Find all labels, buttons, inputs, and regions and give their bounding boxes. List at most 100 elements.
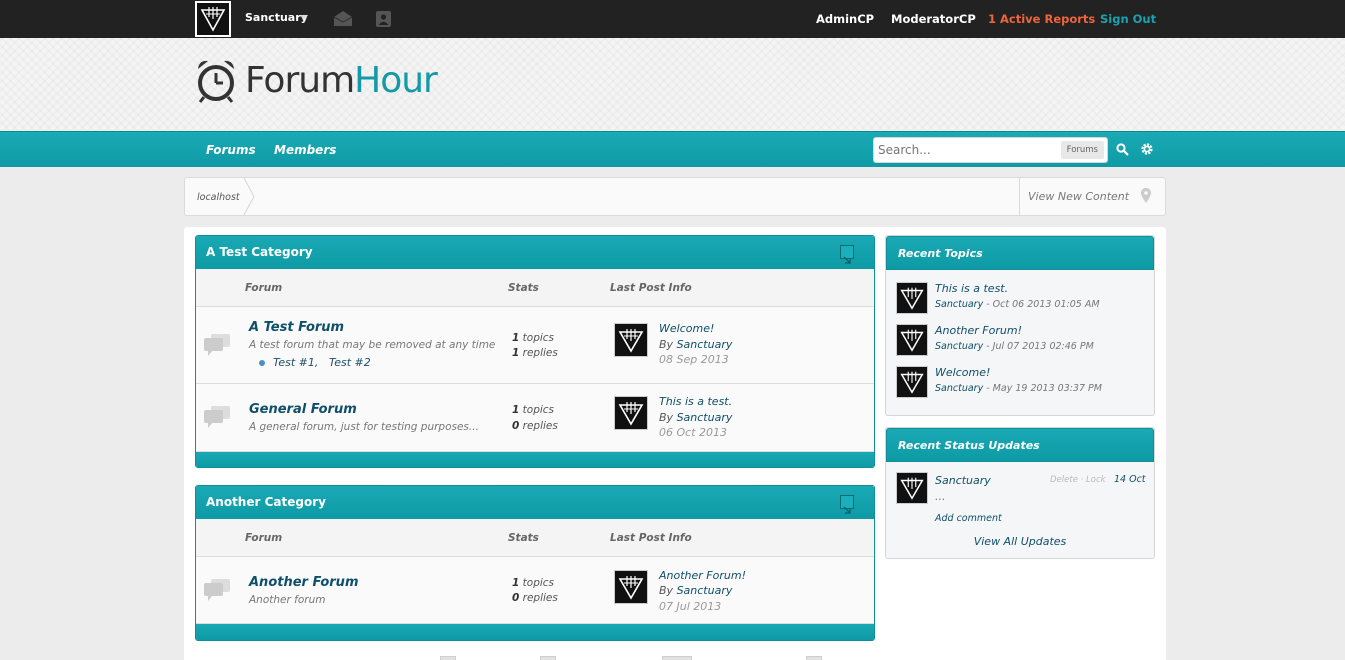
forum-description: A test forum that may be removed at any … bbox=[249, 339, 496, 351]
footer-stub bbox=[440, 656, 456, 660]
last-post-date: 08 Sep 2013 bbox=[659, 353, 729, 366]
alarm-clock-icon bbox=[198, 60, 234, 103]
recent-topic-item: This is a test. Sanctuary - Oct 06 2013 … bbox=[896, 282, 1146, 316]
last-poster-avatar[interactable] bbox=[614, 570, 648, 604]
notifications-icon[interactable] bbox=[376, 11, 391, 30]
subforum-link[interactable]: Test #1, bbox=[273, 356, 318, 369]
recent-topic-item: Welcome! Sanctuary - May 19 2013 03:37 P… bbox=[896, 366, 1146, 400]
search-box: Forums bbox=[873, 137, 1108, 163]
category-another-category: Another Category Forum Stats Last Post I… bbox=[195, 485, 875, 641]
search-input[interactable] bbox=[878, 141, 1058, 159]
category-header: Another Category bbox=[196, 486, 874, 519]
avatar[interactable] bbox=[896, 366, 928, 398]
by-label: By bbox=[659, 411, 674, 424]
add-comment-link[interactable]: Add comment bbox=[935, 513, 1002, 524]
column-forum: Forum bbox=[245, 532, 283, 544]
site-logo[interactable]: ForumHour bbox=[195, 56, 438, 104]
replies-count: 0 replies bbox=[512, 592, 558, 604]
recent-topics-header: Recent Topics bbox=[886, 236, 1154, 270]
avatar[interactable] bbox=[896, 472, 928, 504]
forum-title-link[interactable]: General Forum bbox=[249, 402, 357, 417]
last-post-author: By Sanctuary bbox=[659, 584, 732, 597]
replies-count: 0 replies bbox=[512, 420, 558, 432]
topics-label: topics bbox=[522, 577, 555, 589]
subforum-link[interactable]: Test #2 bbox=[329, 356, 371, 369]
recent-topic-title[interactable]: Welcome! bbox=[935, 366, 990, 379]
logo-text-hour: Hour bbox=[354, 59, 438, 101]
last-post-title[interactable]: Another Forum! bbox=[659, 569, 746, 582]
by-label: By bbox=[659, 338, 674, 351]
last-post-date: 07 Jul 2013 bbox=[659, 600, 722, 613]
recent-topic-user[interactable]: Sanctuary bbox=[935, 341, 983, 352]
user-avatar[interactable] bbox=[195, 1, 231, 37]
forum-title-link[interactable]: Another Forum bbox=[249, 575, 358, 590]
avatar-logo-icon bbox=[200, 7, 226, 32]
column-last-post: Last Post Info bbox=[610, 532, 692, 544]
last-poster-avatar[interactable] bbox=[614, 396, 648, 430]
forum-description: A general forum, just for testing purpos… bbox=[249, 421, 479, 433]
last-post-title[interactable]: Welcome! bbox=[659, 322, 714, 335]
moderatorcp-link[interactable]: ModeratorCP bbox=[891, 12, 976, 26]
recent-topic-title[interactable]: This is a test. bbox=[935, 282, 1008, 295]
topics-count: 1 topics bbox=[512, 332, 554, 344]
topics-number: 1 bbox=[512, 404, 520, 416]
replies-count: 1 replies bbox=[512, 347, 558, 359]
last-poster-avatar[interactable] bbox=[614, 323, 648, 357]
status-user-link[interactable]: Sanctuary bbox=[935, 474, 991, 487]
site-header: ForumHour bbox=[0, 38, 1345, 131]
logo-text-forum: Forum bbox=[245, 59, 355, 101]
topics-count: 1 topics bbox=[512, 404, 554, 416]
avatar[interactable] bbox=[896, 282, 928, 314]
topics-count: 1 topics bbox=[512, 577, 554, 589]
replies-label: replies bbox=[522, 347, 558, 359]
last-post-user-link[interactable]: Sanctuary bbox=[677, 411, 733, 424]
tab-forums[interactable]: Forums bbox=[206, 143, 256, 157]
avatar[interactable] bbox=[896, 324, 928, 356]
recent-topic-user[interactable]: Sanctuary bbox=[935, 383, 983, 394]
search-scope-selector[interactable]: Forums bbox=[1060, 141, 1104, 159]
category-title[interactable]: Another Category bbox=[206, 495, 326, 509]
recent-topic-date: - Oct 06 2013 01:05 AM bbox=[986, 299, 1100, 310]
category-title[interactable]: A Test Category bbox=[206, 245, 313, 259]
forum-read-bubble-icon bbox=[203, 577, 231, 604]
column-headers: Forum Stats Last Post Info bbox=[196, 519, 874, 557]
last-post-user-link[interactable]: Sanctuary bbox=[677, 584, 733, 597]
forum-description: Another forum bbox=[249, 594, 326, 606]
forum-read-bubble-icon bbox=[203, 404, 231, 431]
category-a-test-category: A Test Category Forum Stats Last Post In… bbox=[195, 235, 875, 468]
forum-read-bubble-icon bbox=[203, 332, 231, 359]
messages-icon[interactable] bbox=[333, 10, 353, 30]
column-last-post: Last Post Info bbox=[610, 282, 692, 294]
status-actions[interactable]: Delete · Lock bbox=[1050, 475, 1106, 485]
sign-out-link[interactable]: Sign Out bbox=[1100, 12, 1156, 26]
breadcrumb-home[interactable]: localhost bbox=[197, 192, 240, 203]
category-header: A Test Category bbox=[196, 236, 874, 269]
topics-label: topics bbox=[522, 332, 555, 344]
username-menu[interactable]: Sanctuary bbox=[245, 11, 308, 24]
search-icon[interactable] bbox=[1116, 143, 1129, 159]
last-post-date: 06 Oct 2013 bbox=[659, 426, 728, 439]
replies-label: replies bbox=[522, 592, 558, 604]
chevron-down-icon[interactable] bbox=[300, 15, 308, 20]
collapse-category-icon[interactable] bbox=[840, 245, 854, 264]
subforum-bullet-icon bbox=[259, 360, 265, 366]
gear-icon[interactable] bbox=[1140, 142, 1154, 159]
replies-label: replies bbox=[522, 420, 558, 432]
collapse-category-icon[interactable] bbox=[840, 495, 854, 514]
column-forum: Forum bbox=[245, 282, 283, 294]
view-new-content-link[interactable]: View New Content bbox=[1019, 178, 1133, 215]
last-post-title[interactable]: This is a test. bbox=[659, 395, 732, 408]
view-all-updates-link[interactable]: View All Updates bbox=[886, 535, 1154, 548]
admincp-link[interactable]: AdminCP bbox=[816, 12, 874, 26]
active-reports-link[interactable]: 1 Active Reports bbox=[988, 12, 1095, 26]
last-post-user-link[interactable]: Sanctuary bbox=[677, 338, 733, 351]
map-pin-icon[interactable] bbox=[1141, 188, 1151, 206]
recent-topic-item: Another Forum! Sanctuary - Jul 07 2013 0… bbox=[896, 324, 1146, 358]
recent-topic-meta: Sanctuary - Jul 07 2013 02:46 PM bbox=[935, 341, 1094, 352]
recent-topic-user[interactable]: Sanctuary bbox=[935, 299, 983, 310]
category-footer bbox=[196, 452, 874, 467]
recent-topic-title[interactable]: Another Forum! bbox=[935, 324, 1022, 337]
topics-number: 1 bbox=[512, 332, 520, 344]
tab-members[interactable]: Members bbox=[274, 143, 336, 157]
forum-title-link[interactable]: A Test Forum bbox=[249, 320, 344, 335]
